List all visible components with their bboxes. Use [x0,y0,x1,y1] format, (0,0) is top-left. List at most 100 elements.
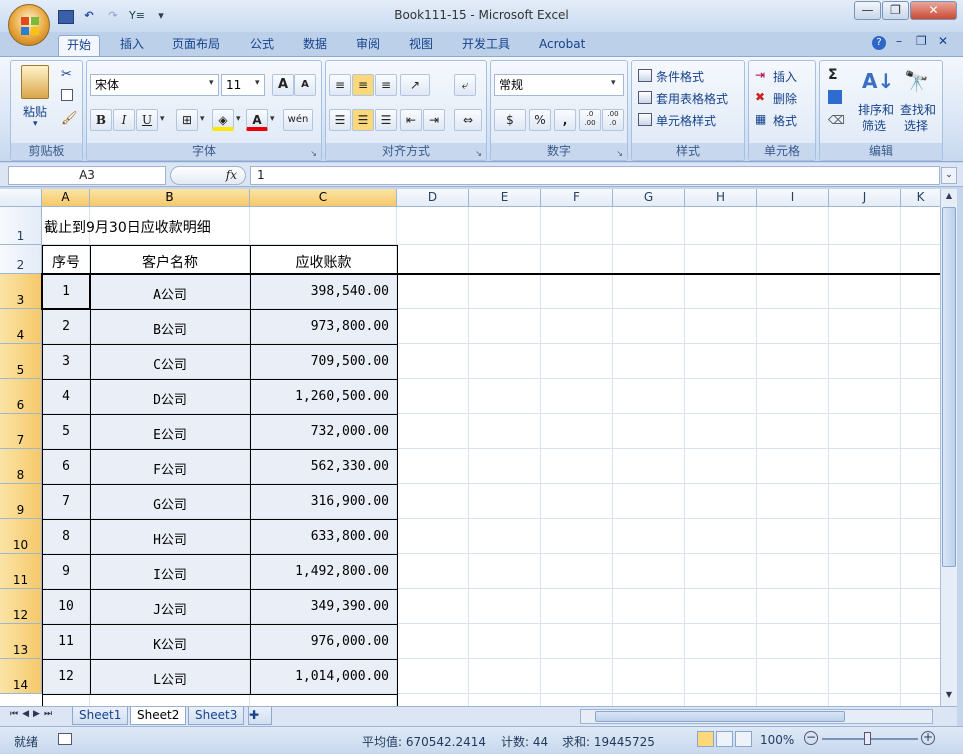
column-header-J[interactable]: J [829,189,901,207]
fill-dropdown-icon[interactable]: ▾ [236,114,241,124]
align-top-icon[interactable]: ≡ [329,74,351,96]
receivable-cell[interactable]: 709,500.00 [250,354,389,369]
row-header-8[interactable]: 8 [0,449,42,484]
page-layout-view-icon[interactable] [716,731,733,747]
font-color-dropdown-icon[interactable]: ▾ [270,114,275,124]
ribbon-minimize-icon[interactable]: – [896,34,902,48]
customer-cell[interactable]: F公司 [90,459,250,478]
row-header-14[interactable]: 14 [0,659,42,694]
customer-cell[interactable]: J公司 [90,599,250,618]
bold-button[interactable]: B [90,109,112,131]
clear-icon[interactable]: ⌫ [828,113,845,127]
column-header-D[interactable]: D [397,189,469,207]
macro-record-icon[interactable] [58,733,72,745]
increase-decimal-button[interactable]: .0 .00 [579,109,601,131]
ribbon-restore-icon[interactable]: ❐ [916,34,927,48]
underline-button[interactable]: U [136,109,158,131]
receivable-cell[interactable]: 349,390.00 [250,599,389,614]
seq-cell[interactable]: 3 [42,354,90,369]
office-button[interactable] [8,4,50,46]
minimize-button[interactable]: — [854,1,881,20]
customer-cell[interactable]: A公司 [90,284,250,303]
column-header-I[interactable]: I [757,189,829,207]
normal-view-icon[interactable] [697,731,714,747]
active-cell[interactable] [41,273,91,310]
column-header-B[interactable]: B [90,189,250,207]
cell-styles-button[interactable]: 单元格样式 [656,112,716,129]
sheet-nav-icons[interactable]: ⏮◀▶⏭ [10,709,56,719]
align-bottom-icon[interactable]: ≡ [375,74,397,96]
sheet-tab-2[interactable]: Sheet2 [130,707,187,725]
customer-cell[interactable]: L公司 [90,669,250,688]
tab-home[interactable]: 开始 [58,35,101,56]
row-header-12[interactable]: 12 [0,589,42,624]
help-icon[interactable]: ? [872,36,886,50]
fx-icon[interactable]: fx [226,168,237,182]
increase-indent-icon[interactable]: ⇥ [423,109,445,131]
formula-input[interactable]: 1 [250,166,940,185]
select-all-corner[interactable] [0,189,42,207]
number-launcher-icon[interactable]: ↘ [616,149,623,158]
decrease-decimal-button[interactable]: .00 .0 [602,109,624,131]
seq-cell[interactable]: 9 [42,564,90,579]
receivable-cell[interactable]: 976,000.00 [250,634,389,649]
tab-view[interactable]: 视图 [401,35,441,56]
sheet-tab-1[interactable]: Sheet1 [72,707,129,725]
scroll-down-icon[interactable]: ▼ [942,690,956,704]
expand-formula-icon[interactable]: ⌄ [941,167,957,184]
customer-cell[interactable]: D公司 [90,389,250,408]
seq-cell[interactable]: 4 [42,389,90,404]
receivable-cell[interactable]: 973,800.00 [250,319,389,334]
column-header-E[interactable]: E [469,189,541,207]
border-button[interactable]: ⊞ [176,109,198,131]
paste-dropdown-icon[interactable]: ▾ [33,119,38,129]
horizontal-scrollbar[interactable] [580,709,933,724]
sort-filter-label-2[interactable]: 筛选 [862,117,886,134]
paste-icon[interactable] [21,65,49,99]
zoom-in-icon[interactable]: + [921,731,935,745]
row-header-4[interactable]: 4 [0,309,42,344]
seq-cell[interactable]: 6 [42,459,90,474]
close-button[interactable]: ✕ [910,1,957,20]
sheet-tab-3[interactable]: Sheet3 [188,707,245,725]
customer-cell[interactable]: I公司 [90,564,250,583]
ribbon-close-icon[interactable]: ✕ [938,34,948,48]
receivable-cell[interactable]: 732,000.00 [250,424,389,439]
row-header-7[interactable]: 7 [0,414,42,449]
scroll-thumb[interactable] [942,207,956,567]
column-header-G[interactable]: G [613,189,685,207]
tab-formulas[interactable]: 公式 [242,35,282,56]
zoom-level[interactable]: 100% [760,733,794,747]
restore-button[interactable]: ❐ [882,1,909,20]
row-header-2[interactable]: 2 [0,245,42,274]
row-header-6[interactable]: 6 [0,379,42,414]
grow-font-button[interactable]: A [272,74,294,96]
seq-cell[interactable]: 11 [42,634,90,649]
autosum-button[interactable]: Σ [828,67,838,83]
find-select-label-2[interactable]: 选择 [904,117,928,134]
seq-cell[interactable]: 8 [42,529,90,544]
number-format-dropdown-icon[interactable]: ▾ [611,78,616,88]
font-size-dropdown-icon[interactable]: ▾ [255,78,260,88]
alignment-launcher-icon[interactable]: ↘ [475,149,482,158]
row-header-11[interactable]: 11 [0,554,42,589]
customer-cell[interactable]: K公司 [90,634,250,653]
row-header-13[interactable]: 13 [0,624,42,659]
wrap-text-icon[interactable]: ⤶ [454,74,476,96]
insert-sheet-icon[interactable]: ✚ [248,707,272,725]
format-cells-button[interactable]: 格式 [773,112,797,129]
h-scroll-thumb[interactable] [595,711,845,722]
font-name-dropdown-icon[interactable]: ▾ [209,78,214,88]
comma-button[interactable]: , [554,109,576,131]
format-as-table-button[interactable]: 套用表格格式 [656,90,728,107]
column-header-H[interactable]: H [685,189,757,207]
delete-cells-button[interactable]: 删除 [773,90,797,107]
row-header-10[interactable]: 10 [0,519,42,554]
tab-page-layout[interactable]: 页面布局 [164,35,228,56]
tab-acrobat[interactable]: Acrobat [531,35,593,56]
paste-button[interactable]: 粘贴 [23,103,47,120]
receivable-cell[interactable]: 633,800.00 [250,529,389,544]
seq-cell[interactable]: 10 [42,599,90,614]
tab-insert[interactable]: 插入 [112,35,152,56]
seq-cell[interactable]: 7 [42,494,90,509]
